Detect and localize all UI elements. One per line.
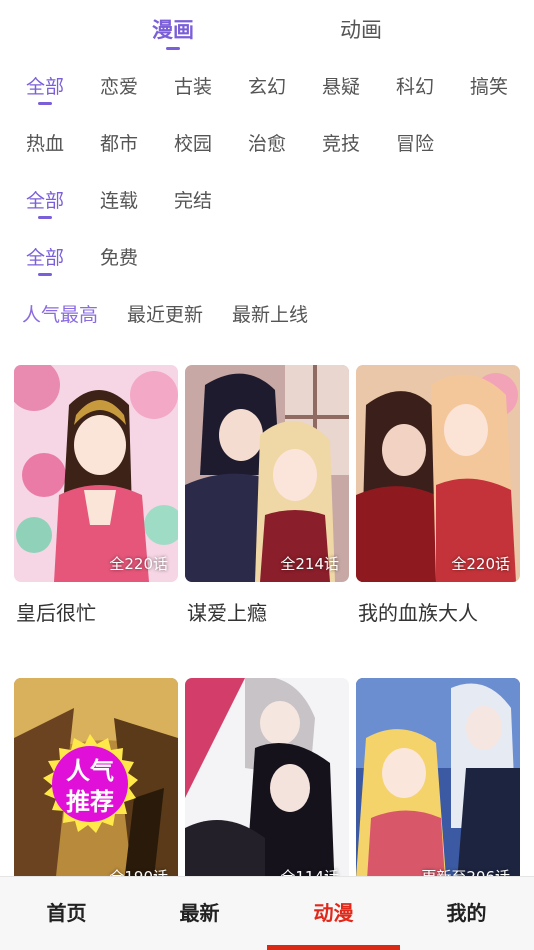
comic-cover[interactable]: 人气 推荐 全190话: [14, 678, 178, 895]
comic-cover[interactable]: 全114话: [185, 678, 349, 895]
status-serializing[interactable]: 连载: [100, 186, 138, 213]
genre-costume[interactable]: 古装: [174, 72, 212, 99]
price-active-indicator: [38, 273, 52, 276]
genre-scifi[interactable]: 科幻: [396, 72, 434, 99]
episode-count: 全214话: [280, 555, 339, 573]
genre-campus[interactable]: 校园: [174, 129, 212, 156]
genre-urban[interactable]: 都市: [100, 129, 138, 156]
price-all-label: 全部: [26, 247, 65, 269]
nav-active-indicator: [267, 945, 400, 950]
badge-line-2: 推荐: [66, 788, 114, 816]
comic-cover[interactable]: 更新至206话: [356, 678, 520, 895]
sort-newest[interactable]: 最新上线: [232, 300, 308, 327]
nav-latest[interactable]: 最新: [133, 877, 266, 950]
genre-active-indicator: [38, 102, 52, 105]
status-all-label: 全部: [26, 190, 65, 212]
top-tab-bar: 漫画 动画: [0, 0, 534, 56]
genre-hot-blooded[interactable]: 热血: [26, 129, 64, 156]
comic-cover[interactable]: 全214话: [185, 365, 349, 582]
price-filter-row: 全部 免费: [0, 243, 534, 283]
sort-recently-updated[interactable]: 最近更新: [127, 300, 203, 327]
genre-adventure[interactable]: 冒险: [396, 129, 434, 156]
sort-row: 人气最高 最近更新 最新上线: [0, 300, 534, 330]
price-free[interactable]: 免费: [100, 243, 138, 270]
badge-line-1: 人气: [66, 757, 114, 785]
genre-mystery[interactable]: 悬疑: [322, 72, 360, 99]
genre-sports[interactable]: 竞技: [322, 129, 360, 156]
episode-count: 全220话: [451, 555, 510, 573]
comic-cover[interactable]: 全220话: [356, 365, 520, 582]
genre-romance[interactable]: 恋爱: [100, 72, 138, 99]
status-completed[interactable]: 完结: [174, 186, 212, 213]
genre-filter-row-2: 热血 都市 校园 治愈 竞技 冒险: [0, 129, 534, 169]
genre-comedy[interactable]: 搞笑: [470, 72, 508, 99]
sort-popular[interactable]: 人气最高: [22, 300, 98, 327]
price-all[interactable]: 全部: [26, 243, 65, 276]
status-all[interactable]: 全部: [26, 186, 65, 219]
nav-anime-label: 动漫: [313, 901, 354, 925]
comic-title[interactable]: 我的血族大人: [358, 597, 478, 626]
genre-all[interactable]: 全部: [26, 72, 65, 105]
episode-count: 全220话: [109, 555, 168, 573]
bottom-nav: 首页 最新 动漫 我的: [0, 876, 534, 950]
tab-animation[interactable]: 动画: [340, 14, 382, 44]
comic-cover[interactable]: 全220话: [14, 365, 178, 582]
nav-mine[interactable]: 我的: [400, 877, 533, 950]
tab-animation-label: 动画: [340, 18, 382, 42]
genre-all-label: 全部: [26, 76, 65, 98]
status-active-indicator: [38, 216, 52, 219]
tab-comics[interactable]: 漫画: [152, 14, 194, 50]
genre-filter-row-1: 全部 恋爱 古装 玄幻 悬疑 科幻 搞笑: [0, 72, 534, 112]
genre-healing[interactable]: 治愈: [248, 129, 286, 156]
genre-fantasy[interactable]: 玄幻: [248, 72, 286, 99]
tab-active-indicator: [166, 47, 180, 50]
nav-home[interactable]: 首页: [0, 877, 133, 950]
nav-anime[interactable]: 动漫: [267, 877, 400, 950]
popular-recommend-badge: 人气 推荐: [40, 734, 140, 834]
tab-comics-label: 漫画: [152, 18, 194, 42]
status-filter-row: 全部 连载 完结: [0, 186, 534, 226]
comic-title[interactable]: 谋爱上瘾: [187, 597, 267, 626]
comic-title[interactable]: 皇后很忙: [16, 597, 96, 626]
badge-text: 人气 推荐: [40, 756, 140, 818]
